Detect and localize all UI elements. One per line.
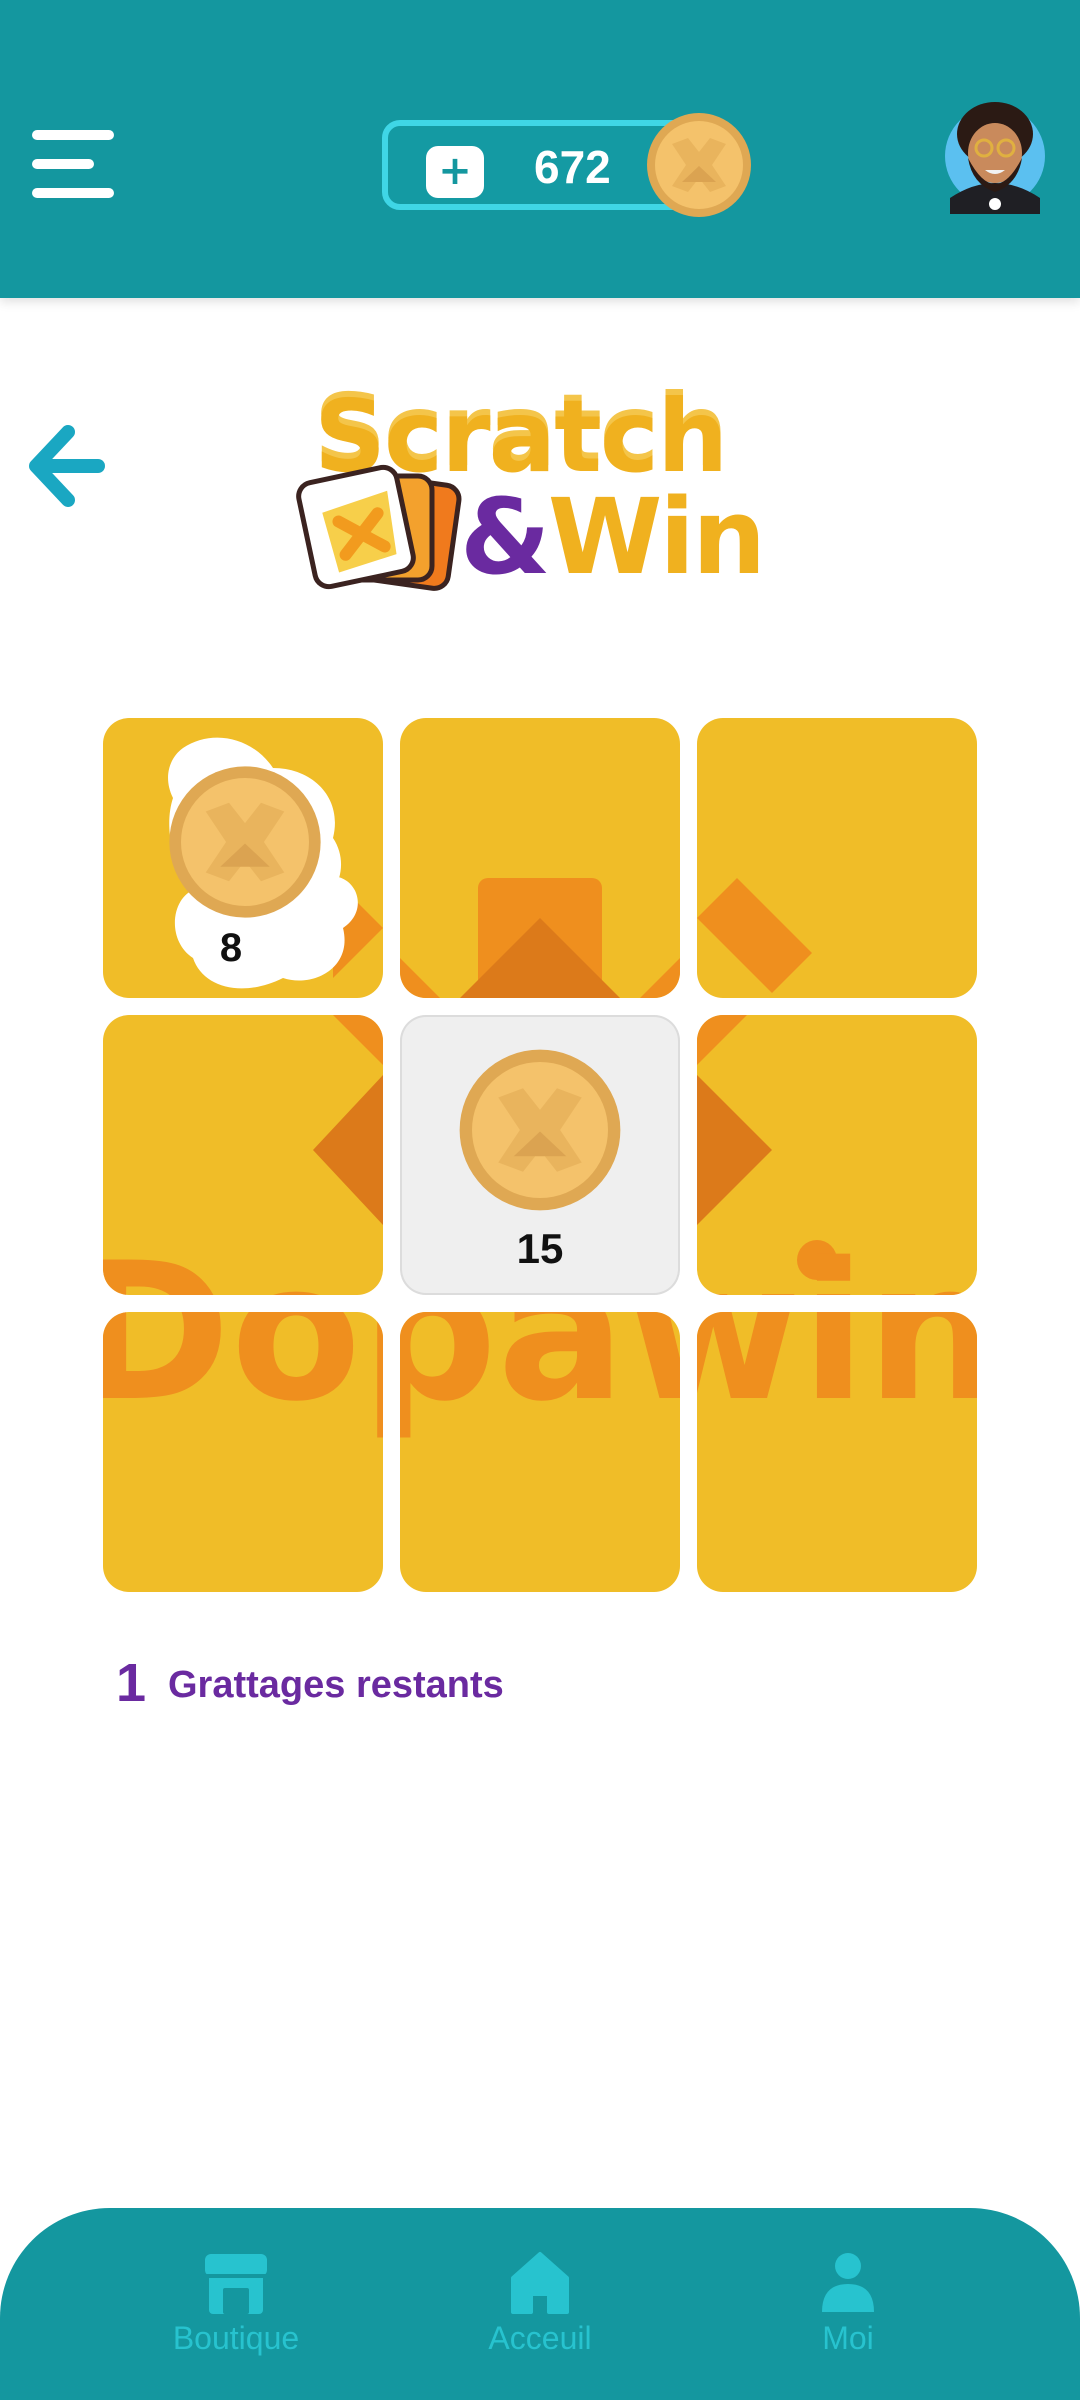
nav-item-boutique[interactable]: Boutique: [116, 2250, 356, 2380]
scratch-tile[interactable]: [697, 1312, 977, 1592]
scratch-and-win-logo: Scratch &Win: [296, 378, 776, 604]
nav-item-accueil[interactable]: Acceuil: [420, 2250, 660, 2380]
scratch-grid: 8 15 Dopawin: [103, 718, 977, 1592]
top-bar: + 672: [0, 0, 1080, 298]
remaining-count: 1: [116, 1653, 147, 1713]
nav-label: Acceuil: [488, 2320, 592, 2356]
scratch-tile[interactable]: [103, 1312, 383, 1592]
nav-item-moi[interactable]: Moi: [728, 2250, 968, 2380]
user-icon: [822, 2253, 874, 2312]
scratch-tile[interactable]: [697, 718, 977, 998]
coin-icon: [169, 766, 321, 918]
back-arrow-icon[interactable]: [28, 424, 106, 508]
avatar[interactable]: [944, 98, 1046, 214]
coin-icon: [647, 113, 751, 217]
add-coins-button[interactable]: +: [426, 146, 484, 198]
scratch-tile[interactable]: [103, 1015, 383, 1295]
coin-icon: [459, 1049, 621, 1211]
scratch-tile[interactable]: [400, 1312, 680, 1592]
coin-balance: 672: [534, 141, 611, 193]
home-icon: [511, 2252, 569, 2314]
scratch-cards-icon: [296, 464, 462, 591]
tile-pattern: [697, 878, 812, 993]
nav-label: Boutique: [172, 2320, 300, 2356]
shop-icon: [205, 2254, 267, 2314]
scratch-tile[interactable]: 8: [103, 718, 383, 998]
hamburger-menu-icon[interactable]: [32, 126, 116, 204]
tile-pattern: [697, 1015, 837, 1280]
scratch-tile[interactable]: 15: [400, 1015, 680, 1295]
prize-value: 8: [219, 926, 243, 970]
tile-pattern: [400, 878, 680, 998]
logo-line2: &Win: [460, 476, 766, 598]
remaining-label: Grattages restants: [168, 1664, 504, 1706]
bottom-navigation: Boutique Acceuil Moi: [0, 2208, 1080, 2400]
nav-label: Moi: [822, 2320, 874, 2356]
scratch-tile[interactable]: [400, 718, 680, 998]
prize-value: 15: [516, 1225, 564, 1272]
scratch-tile[interactable]: [697, 1015, 977, 1295]
tile-pattern: [313, 1015, 383, 1225]
